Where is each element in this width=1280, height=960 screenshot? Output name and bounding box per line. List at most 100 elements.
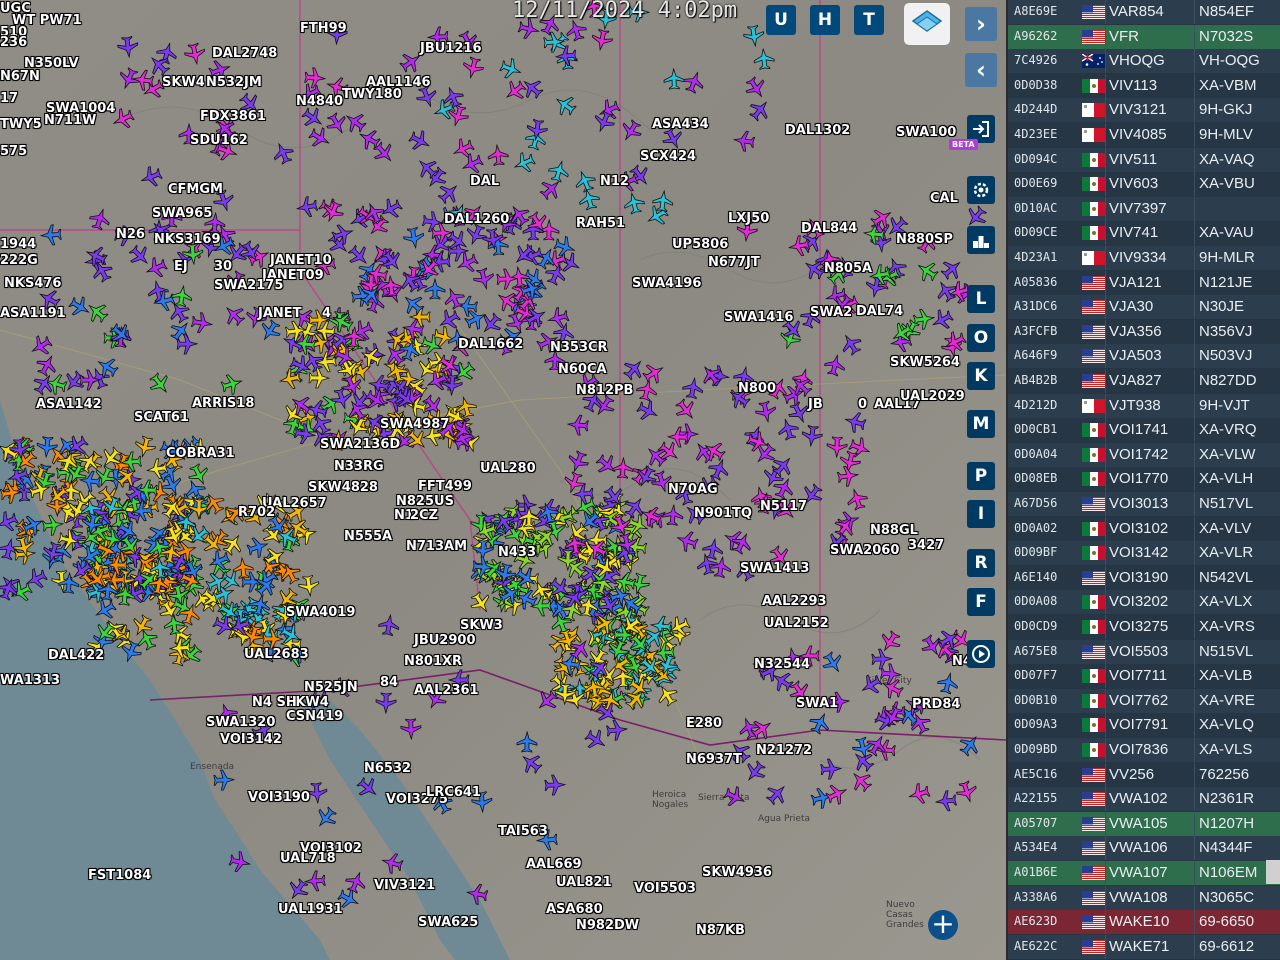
aircraft-table-row[interactable]: 0D0CD9 VOI3275 XA-VRS [1008,615,1280,639]
aircraft-marker[interactable] [168,637,191,659]
aircraft-callsign-label[interactable]: N12 [600,175,629,189]
aircraft-marker[interactable] [696,552,718,576]
aircraft-marker[interactable] [39,224,62,246]
aircraft-marker[interactable] [378,613,400,637]
aircraft-table-row[interactable]: 0D0B10 VOI7762 XA-VRE [1008,688,1280,713]
aircraft-marker[interactable] [405,428,428,451]
aircraft-callsign-label[interactable]: LXJ50 [728,212,769,226]
aircraft-table-row[interactable]: 0D0D38 VIV113 XA-VBM [1008,73,1280,98]
settings-button[interactable] [967,176,995,204]
aircraft-marker[interactable] [482,227,504,251]
aircraft-marker[interactable] [130,500,154,522]
aircraft-callsign-label[interactable]: DAL1302 [785,124,850,138]
aircraft-table-row[interactable]: A67D56 VOI3013 N517VL [1008,492,1280,516]
aircraft-marker[interactable] [868,264,892,286]
aircraft-callsign-label[interactable]: AAL2293 [762,595,827,609]
aircraft-marker[interactable] [944,331,967,353]
aircraft-marker[interactable] [465,883,489,905]
aircraft-callsign-label[interactable]: 575 [0,145,27,159]
aircraft-marker[interactable] [703,440,726,462]
aircraft-table-row[interactable]: 0D0E69 VIV603 XA-VBU [1008,172,1280,197]
aircraft-callsign-label[interactable]: SWA625 [418,916,478,930]
aircraft-callsign-label[interactable]: JBU1216 [420,42,481,56]
aircraft-marker[interactable] [956,780,978,803]
aircraft-callsign-label[interactable]: N982DW [576,919,639,933]
aircraft-callsign-label[interactable]: WA1313 [0,674,60,688]
aircraft-marker[interactable] [254,575,277,598]
aircraft-marker[interactable] [36,436,58,459]
table-scrollbar-thumb[interactable] [1266,860,1280,884]
flight-map[interactable]: Ensenada Heroica Nogales Sierra Vista Ag… [0,0,1006,960]
aircraft-callsign-label[interactable]: SWA4019 [286,606,355,620]
aircraft-table-row[interactable]: 0D09BD VOI7836 XA-VLS [1008,738,1280,762]
aircraft-marker[interactable] [723,786,746,808]
aircraft-marker[interactable] [190,312,214,334]
aircraft-marker[interactable] [824,353,846,377]
aircraft-marker[interactable] [640,505,663,527]
aircraft-marker[interactable] [171,284,193,308]
aircraft-callsign-label[interactable]: SWA4987 [380,418,449,432]
aircraft-callsign-label[interactable]: SWA4196 [632,277,701,291]
aircraft-marker[interactable] [675,398,697,421]
aircraft-marker[interactable] [276,526,299,548]
aircraft-marker[interactable] [394,388,417,410]
aircraft-marker[interactable] [765,783,788,806]
aircraft-marker[interactable] [105,554,128,576]
aircraft-callsign-label[interactable]: FTH99 [300,22,347,36]
aircraft-callsign-label[interactable]: COBRA31 [166,447,235,461]
aircraft-callsign-label[interactable]: SWA2060 [830,544,899,558]
aircraft-marker[interactable] [612,456,634,479]
aircraft-marker[interactable] [513,152,536,174]
aircraft-callsign-label[interactable]: EJ [174,260,188,274]
aircraft-marker[interactable] [584,729,607,751]
aircraft-marker[interactable] [749,99,771,122]
aircraft-table-row[interactable]: 0D07F7 VOI7711 XA-VLB [1008,664,1280,689]
aircraft-marker[interactable] [589,657,611,680]
aircraft-marker[interactable] [0,578,19,601]
aircraft-callsign-label[interactable]: NKS476 [4,277,61,291]
aircraft-marker[interactable] [934,790,957,812]
aircraft-table-row[interactable]: 0D09A3 VOI7791 XA-VLQ [1008,713,1280,738]
aircraft-marker[interactable] [149,556,171,579]
aircraft-marker[interactable] [384,344,406,367]
aircraft-marker[interactable] [201,532,224,555]
aircraft-table-row[interactable]: 4D23EE VIV4085 9H-MLV [1008,123,1280,147]
aircraft-callsign-label[interactable]: TAI563 [498,825,548,839]
aircraft-callsign-label[interactable]: VOI3190 [248,791,310,805]
stats-button[interactable] [967,226,995,254]
aircraft-marker[interactable] [136,628,158,651]
aircraft-marker[interactable] [513,243,536,266]
aircraft-marker[interactable] [578,187,600,211]
aircraft-callsign-label[interactable]: DAL844 [801,222,857,236]
aircraft-marker[interactable] [418,257,441,280]
aircraft-callsign-label[interactable]: SWA100 [896,126,956,140]
aircraft-marker[interactable] [843,411,867,433]
r-button[interactable]: R [967,549,995,577]
aircraft-callsign-label[interactable]: N353CR [550,341,608,355]
aircraft-marker[interactable] [295,196,319,218]
aircraft-marker[interactable] [487,143,509,166]
aircraft-marker[interactable] [356,777,379,799]
aircraft-marker[interactable] [402,293,425,316]
aircraft-marker[interactable] [754,442,777,465]
f-button[interactable]: F [967,588,995,616]
aircraft-table-row[interactable]: 0D10AC VIV7397 [1008,196,1280,221]
aircraft-callsign-label[interactable]: DAL1662 [458,338,523,352]
aircraft-marker[interactable] [293,333,317,355]
forward-button[interactable]: › [965,7,997,41]
aircraft-callsign-label[interactable]: N6937T [686,753,742,767]
aircraft-callsign-label[interactable]: N67N [0,70,40,84]
aircraft-marker[interactable] [891,322,914,344]
aircraft-callsign-label[interactable]: SKW3 [460,619,503,633]
aircraft-marker[interactable] [820,758,843,780]
aircraft-callsign-label[interactable]: SKW4828 [308,481,378,495]
aircraft-marker[interactable] [464,308,487,330]
aircraft-table-row[interactable]: 4D23A1 VIV9334 9H-MLR [1008,246,1280,270]
aircraft-marker[interactable] [33,373,55,396]
aircraft-marker[interactable] [149,372,171,395]
aircraft-callsign-label[interactable]: TWY5 [0,118,42,132]
aircraft-callsign-label[interactable]: JB [808,398,823,412]
aircraft-callsign-label[interactable]: N532JM [206,76,262,90]
aircraft-callsign-label[interactable]: FDX3861 [200,110,266,124]
aircraft-marker[interactable] [676,530,699,552]
